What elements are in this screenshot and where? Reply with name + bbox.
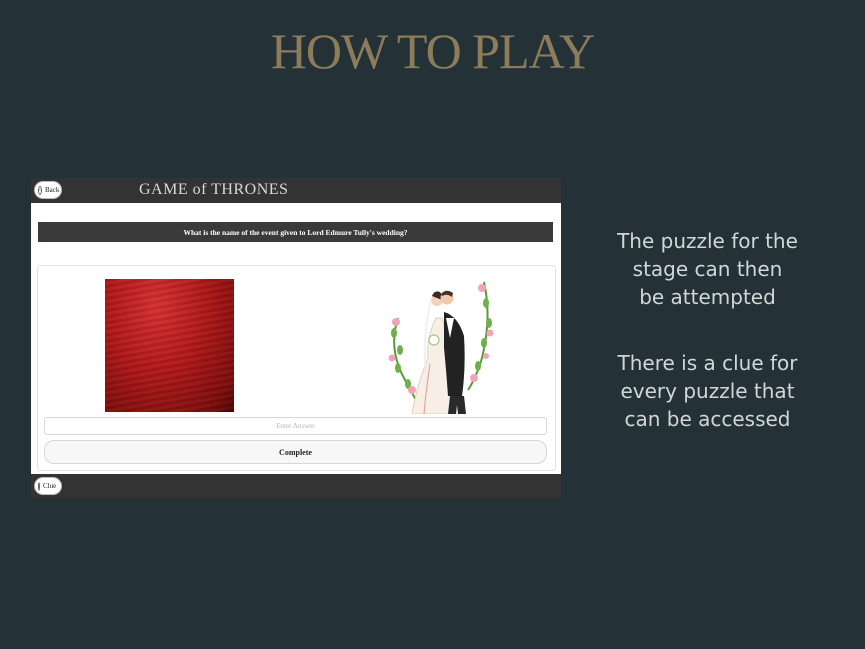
back-arrow-icon: ‹	[38, 185, 42, 195]
app-screenshot: ‹ Back GAME of THRONES What is the name …	[31, 178, 561, 498]
question-bar: What is the name of the event given to L…	[38, 222, 553, 242]
clue-label: Clue	[43, 482, 57, 490]
complete-label: Complete	[279, 447, 312, 457]
clue-button[interactable]: Clue	[34, 477, 62, 495]
clue-image-wedding-couple	[388, 281, 494, 414]
description-clue: There is a clue for every puzzle that ca…	[617, 351, 798, 431]
app-footer: Clue	[31, 474, 561, 498]
game-of-thrones-logo: GAME of THRONES	[139, 181, 289, 198]
clue-icon	[38, 481, 40, 491]
app-header: ‹ Back GAME of THRONES	[31, 178, 561, 203]
description-puzzle: The puzzle for the stage can then be att…	[617, 229, 798, 309]
slide-title: HOW TO PLAY	[270, 23, 595, 79]
back-button[interactable]: ‹ Back	[34, 181, 62, 199]
question-text: What is the name of the event given to L…	[183, 227, 408, 237]
clue-image-red-water	[105, 279, 234, 412]
answer-input[interactable]	[44, 417, 547, 435]
back-label: Back	[45, 186, 60, 194]
complete-button[interactable]: Complete	[44, 440, 547, 464]
